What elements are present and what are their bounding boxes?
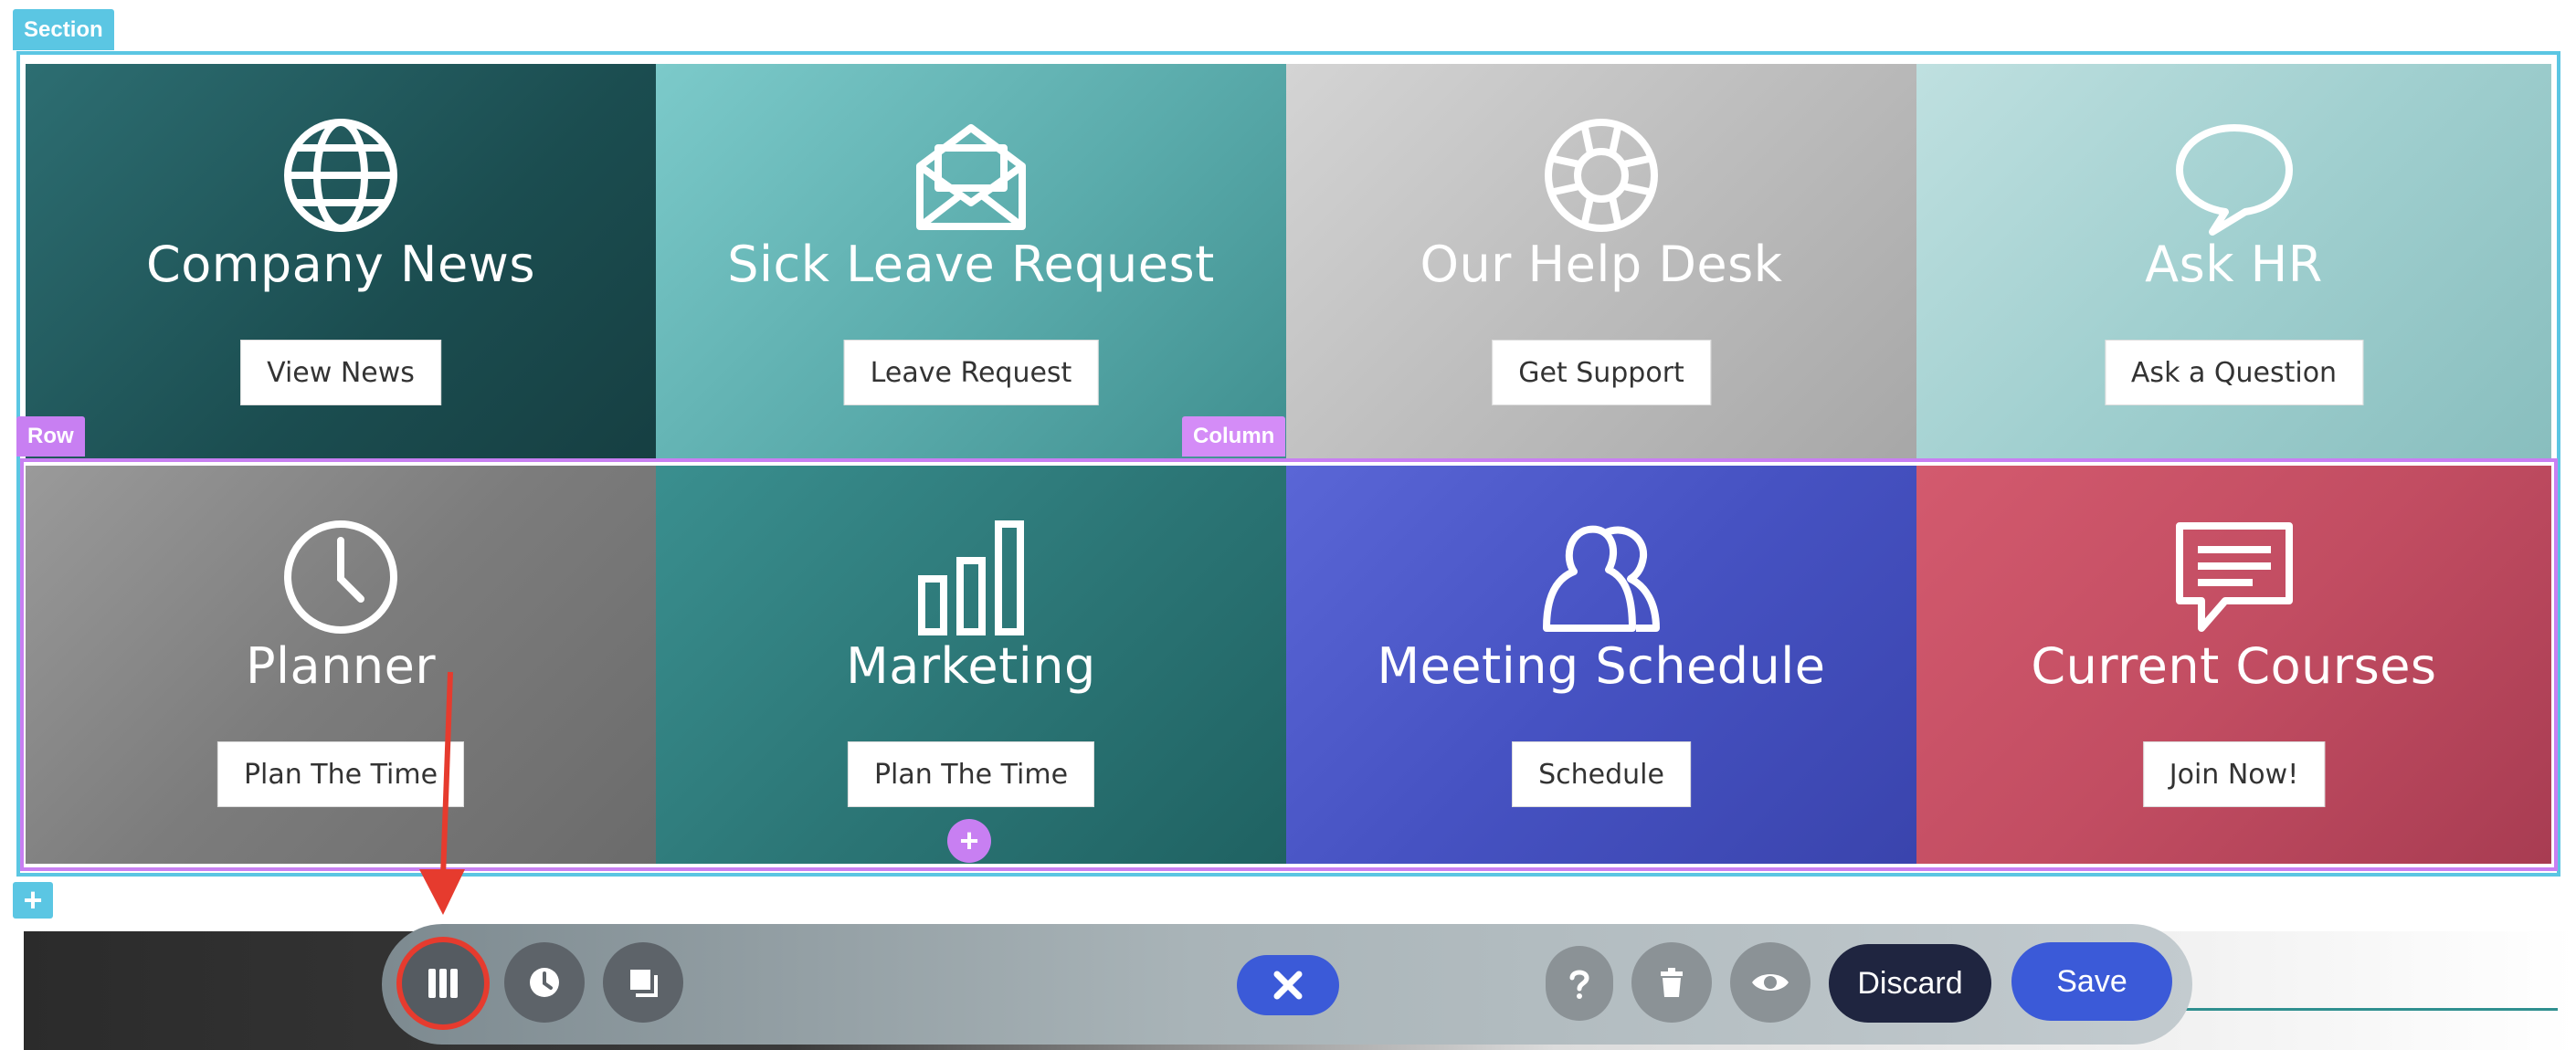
leave-request-button[interactable]: Leave Request <box>843 340 1099 405</box>
close-button[interactable] <box>1237 955 1339 1015</box>
tile-title: Marketing <box>846 637 1096 695</box>
tile-company-news[interactable]: Company News View News <box>26 64 656 462</box>
section-label[interactable]: Section <box>13 9 114 50</box>
tile-our-help-desk[interactable]: Our Help Desk Get Support <box>1286 64 1916 462</box>
message-icon <box>2175 522 2293 632</box>
help-button[interactable] <box>1546 946 1613 1021</box>
next-section-divider <box>2183 1008 2558 1011</box>
clock-icon <box>530 968 559 997</box>
wireframe-view-button[interactable] <box>402 942 484 1024</box>
view-news-button[interactable]: View News <box>240 340 441 405</box>
row-label[interactable]: Row <box>16 416 85 457</box>
annotation-arrow <box>419 671 465 915</box>
columns-icon <box>428 969 458 998</box>
get-support-button[interactable]: Get Support <box>1492 340 1711 405</box>
add-module-button[interactable]: + <box>947 819 991 863</box>
save-button[interactable]: Save <box>2011 942 2172 1021</box>
plan-the-time-button-2[interactable]: Plan The Time <box>847 741 1095 807</box>
tile-title: Planner <box>245 637 437 695</box>
tile-title: Our Help Desk <box>1420 236 1783 293</box>
tile-current-courses[interactable]: Current Courses Join Now! <box>1916 466 2551 864</box>
tile-sick-leave-request[interactable]: Sick Leave Request Leave Request <box>656 64 1286 462</box>
tile-title: Current Courses <box>2031 637 2437 695</box>
close-icon <box>1273 971 1303 1000</box>
question-icon <box>1569 970 1589 999</box>
tile-meeting-schedule[interactable]: Meeting Schedule Schedule <box>1286 466 1916 864</box>
tile-title: Meeting Schedule <box>1377 637 1826 695</box>
portability-button[interactable] <box>603 942 683 1023</box>
tile-title: Company News <box>146 236 535 293</box>
join-now-button[interactable]: Join Now! <box>2142 741 2326 807</box>
chat-bubble-icon <box>2175 124 2293 236</box>
globe-icon <box>284 119 397 232</box>
lifebuoy-icon <box>1545 119 1658 232</box>
history-button[interactable] <box>504 942 585 1023</box>
eye-icon <box>1752 974 1789 991</box>
bar-chart-icon <box>918 520 1024 635</box>
ask-a-question-button[interactable]: Ask a Question <box>2104 340 2364 405</box>
tile-planner[interactable]: Planner Plan The Time <box>26 466 656 864</box>
preview-button[interactable] <box>1730 942 1811 1023</box>
tile-title: Ask HR <box>2145 236 2323 293</box>
add-section-button[interactable]: + <box>13 882 53 919</box>
layers-icon <box>630 970 658 997</box>
tile-ask-hr[interactable]: Ask HR Ask a Question <box>1916 64 2551 462</box>
column-label[interactable]: Column <box>1182 416 1286 457</box>
tile-title: Sick Leave Request <box>727 236 1215 293</box>
delete-button[interactable] <box>1631 942 1712 1023</box>
tile-marketing[interactable]: Marketing Plan The Time <box>656 466 1286 864</box>
trash-icon <box>1661 968 1683 997</box>
users-icon <box>1543 525 1660 632</box>
discard-button[interactable]: Discard <box>1829 944 1991 1023</box>
envelope-icon <box>916 124 1026 230</box>
schedule-button[interactable]: Schedule <box>1512 741 1691 807</box>
clock-icon <box>284 520 397 634</box>
